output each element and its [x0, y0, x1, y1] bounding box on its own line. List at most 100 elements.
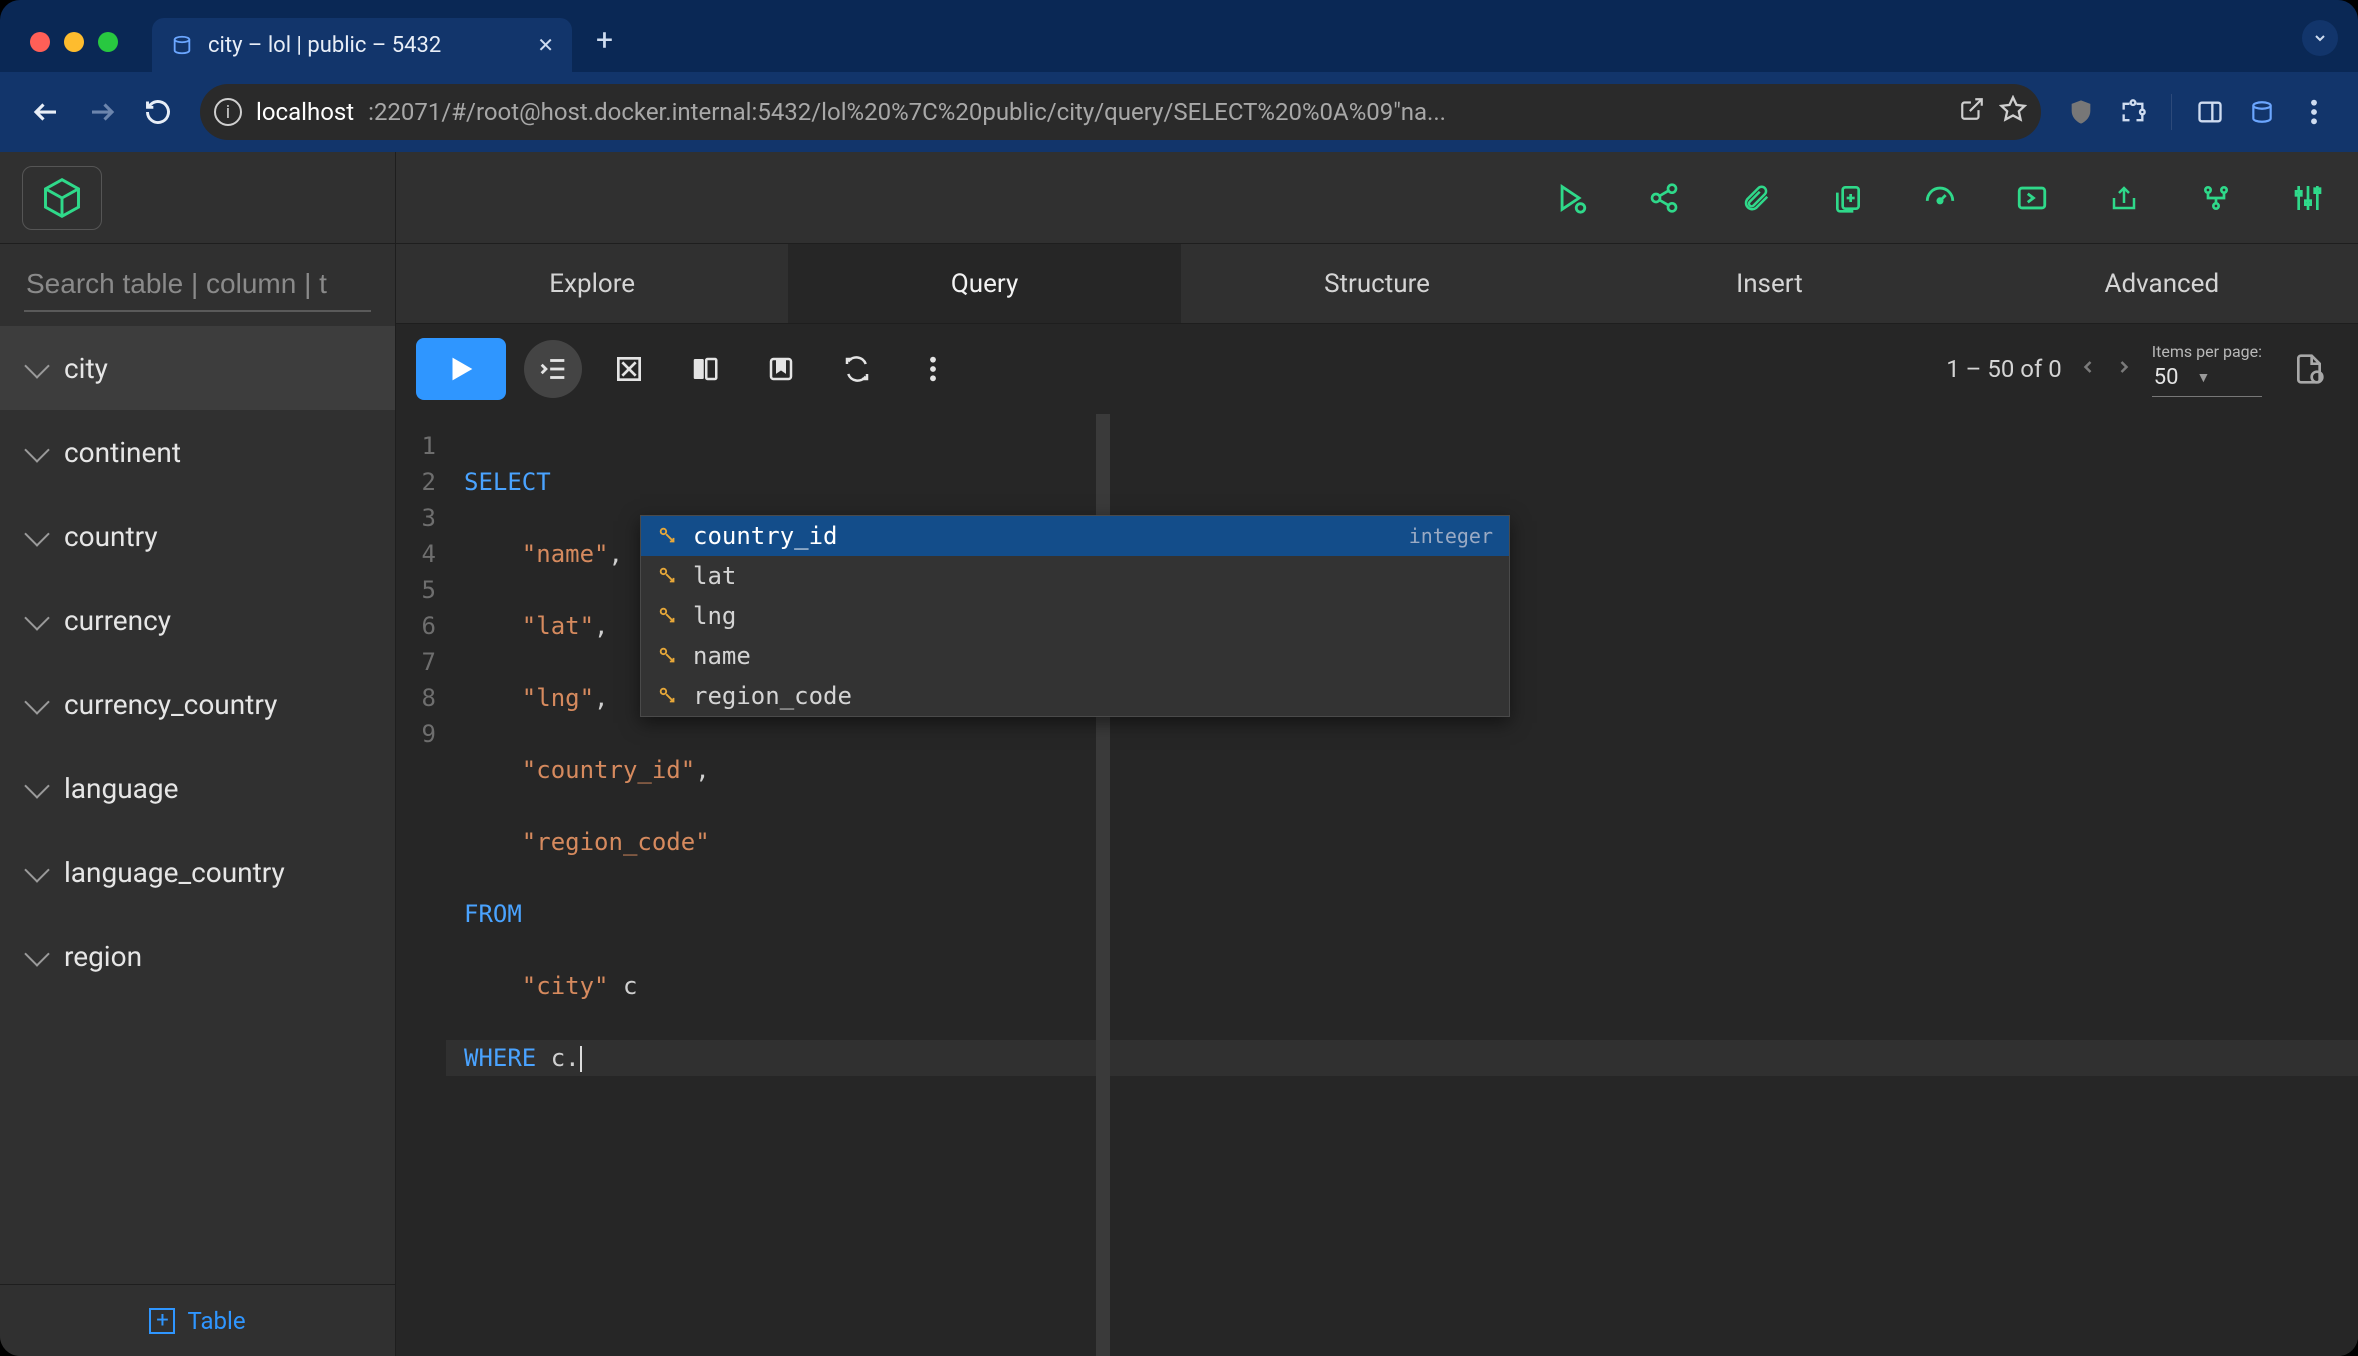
items-per-page-label: Items per page: [2152, 342, 2262, 361]
chevron-down-icon [24, 437, 49, 462]
more-menu-button[interactable] [904, 340, 962, 398]
autocomplete-label: lng [693, 602, 736, 630]
table-name: language [64, 772, 178, 805]
page-range: 1 – 50 of 0 [1946, 355, 2062, 383]
bookmark-star-icon[interactable] [1999, 95, 2027, 129]
autocomplete-item[interactable]: lat [641, 556, 1509, 596]
pagination: 1 – 50 of 0 [1946, 355, 2134, 383]
new-tab-button[interactable]: + [572, 23, 633, 72]
window-minimize-button[interactable] [64, 32, 84, 52]
url-path: :22071/#/root@host.docker.internal:5432/… [368, 98, 1945, 126]
share-icon[interactable] [1644, 178, 1684, 218]
view-tab-query[interactable]: Query [788, 244, 1180, 323]
format-indent-button[interactable] [524, 340, 582, 398]
window-maximize-button[interactable] [98, 32, 118, 52]
gauge-icon[interactable] [1920, 178, 1960, 218]
autocomplete-item[interactable]: region_code [641, 676, 1509, 716]
tab-close-button[interactable]: ✕ [537, 33, 554, 57]
window-controls [12, 32, 136, 72]
site-info-icon[interactable]: i [214, 98, 242, 126]
autocomplete-item[interactable]: country_id integer [641, 516, 1509, 556]
field-icon [657, 525, 679, 547]
autocomplete-type: integer [1409, 524, 1493, 548]
chevron-down-icon [24, 857, 49, 882]
autocomplete-item[interactable]: lng [641, 596, 1509, 636]
browser-toolbar: i localhost :22071/#/root@host.docker.int… [0, 72, 2358, 152]
table-name: city [64, 352, 108, 385]
view-tabs: ExploreQueryStructureInsertAdvanced [396, 244, 2358, 324]
autocomplete-label: region_code [693, 682, 852, 710]
run-button[interactable] [416, 338, 506, 400]
view-tab-explore[interactable]: Explore [396, 244, 788, 323]
side-panel-icon[interactable] [2188, 90, 2232, 134]
chevron-down-icon [24, 689, 49, 714]
chevron-down-icon [24, 941, 49, 966]
autocomplete-label: lat [693, 562, 736, 590]
tabs-dropdown-button[interactable] [2302, 20, 2338, 56]
plus-icon: + [149, 1308, 175, 1334]
bookmark-button[interactable] [752, 340, 810, 398]
view-tab-structure[interactable]: Structure [1181, 244, 1573, 323]
table-name: currency [64, 604, 171, 637]
add-table-button[interactable]: + Table [0, 1284, 395, 1356]
forward-button[interactable] [78, 88, 126, 136]
sliders-icon[interactable] [2288, 178, 2328, 218]
clear-button[interactable] [600, 340, 658, 398]
dropdown-icon: ▼ [2197, 369, 2211, 386]
address-bar[interactable]: i localhost :22071/#/root@host.docker.int… [200, 84, 2041, 140]
search-input[interactable] [24, 258, 371, 312]
items-per-page[interactable]: Items per page: 50 ▼ [2152, 342, 2262, 397]
browser-tab[interactable]: city – lol | public – 5432 ✕ [152, 18, 572, 72]
autocomplete-item[interactable]: name [641, 636, 1509, 676]
back-button[interactable] [22, 88, 70, 136]
chevron-down-icon [24, 353, 49, 378]
items-per-page-value: 50 [2154, 365, 2179, 390]
autocomplete-label: name [693, 642, 751, 670]
view-tab-insert[interactable]: Insert [1573, 244, 1965, 323]
window-close-button[interactable] [30, 32, 50, 52]
next-page-button[interactable] [2114, 355, 2134, 383]
ublock-icon[interactable] [2059, 90, 2103, 134]
sidebar-table-item[interactable]: language_country [0, 830, 395, 914]
chevron-down-icon [24, 521, 49, 546]
sidebar: city continent country currency currency_cou… [0, 152, 396, 1356]
sidebar-table-item[interactable]: region [0, 914, 395, 998]
profile-icon[interactable] [2240, 90, 2284, 134]
sidebar-table-item[interactable]: country [0, 494, 395, 578]
results-doc-button[interactable] [2280, 340, 2338, 398]
import-icon[interactable] [2012, 178, 2052, 218]
query-toolbar: 1 – 50 of 0 Items per page: 50 ▼ [396, 324, 2358, 414]
table-name: country [64, 520, 158, 553]
extensions-icon[interactable] [2111, 90, 2155, 134]
url-host: localhost [256, 98, 354, 126]
split-view-button[interactable] [676, 340, 734, 398]
autocomplete-label: country_id [693, 522, 838, 550]
table-name: currency_country [64, 688, 277, 721]
field-icon [657, 565, 679, 587]
field-icon [657, 605, 679, 627]
sidebar-table-item[interactable]: currency [0, 578, 395, 662]
tab-favicon [170, 33, 194, 57]
attachment-icon[interactable] [1736, 178, 1776, 218]
field-icon [657, 645, 679, 667]
sidebar-table-item[interactable]: currency_country [0, 662, 395, 746]
add-table-label: Table [187, 1307, 245, 1335]
export-icon[interactable] [2104, 178, 2144, 218]
table-list: city continent country currency currency_cou… [0, 326, 395, 1284]
browser-tab-strip: city – lol | public – 5432 ✕ + [0, 0, 2358, 72]
reload-button[interactable] [134, 88, 182, 136]
browser-menu-icon[interactable] [2292, 90, 2336, 134]
sidebar-table-item[interactable]: language [0, 746, 395, 830]
refresh-query-button[interactable] [828, 340, 886, 398]
branch-icon[interactable] [2196, 178, 2236, 218]
run-tool-icon[interactable] [1552, 178, 1592, 218]
open-external-icon[interactable] [1959, 96, 1985, 128]
field-icon [657, 685, 679, 707]
sidebar-table-item[interactable]: continent [0, 410, 395, 494]
view-tab-advanced[interactable]: Advanced [1966, 244, 2358, 323]
app-logo[interactable] [22, 166, 102, 230]
sidebar-table-item[interactable]: city [0, 326, 395, 410]
copy-doc-icon[interactable] [1828, 178, 1868, 218]
chevron-down-icon [24, 773, 49, 798]
prev-page-button[interactable] [2078, 355, 2098, 383]
